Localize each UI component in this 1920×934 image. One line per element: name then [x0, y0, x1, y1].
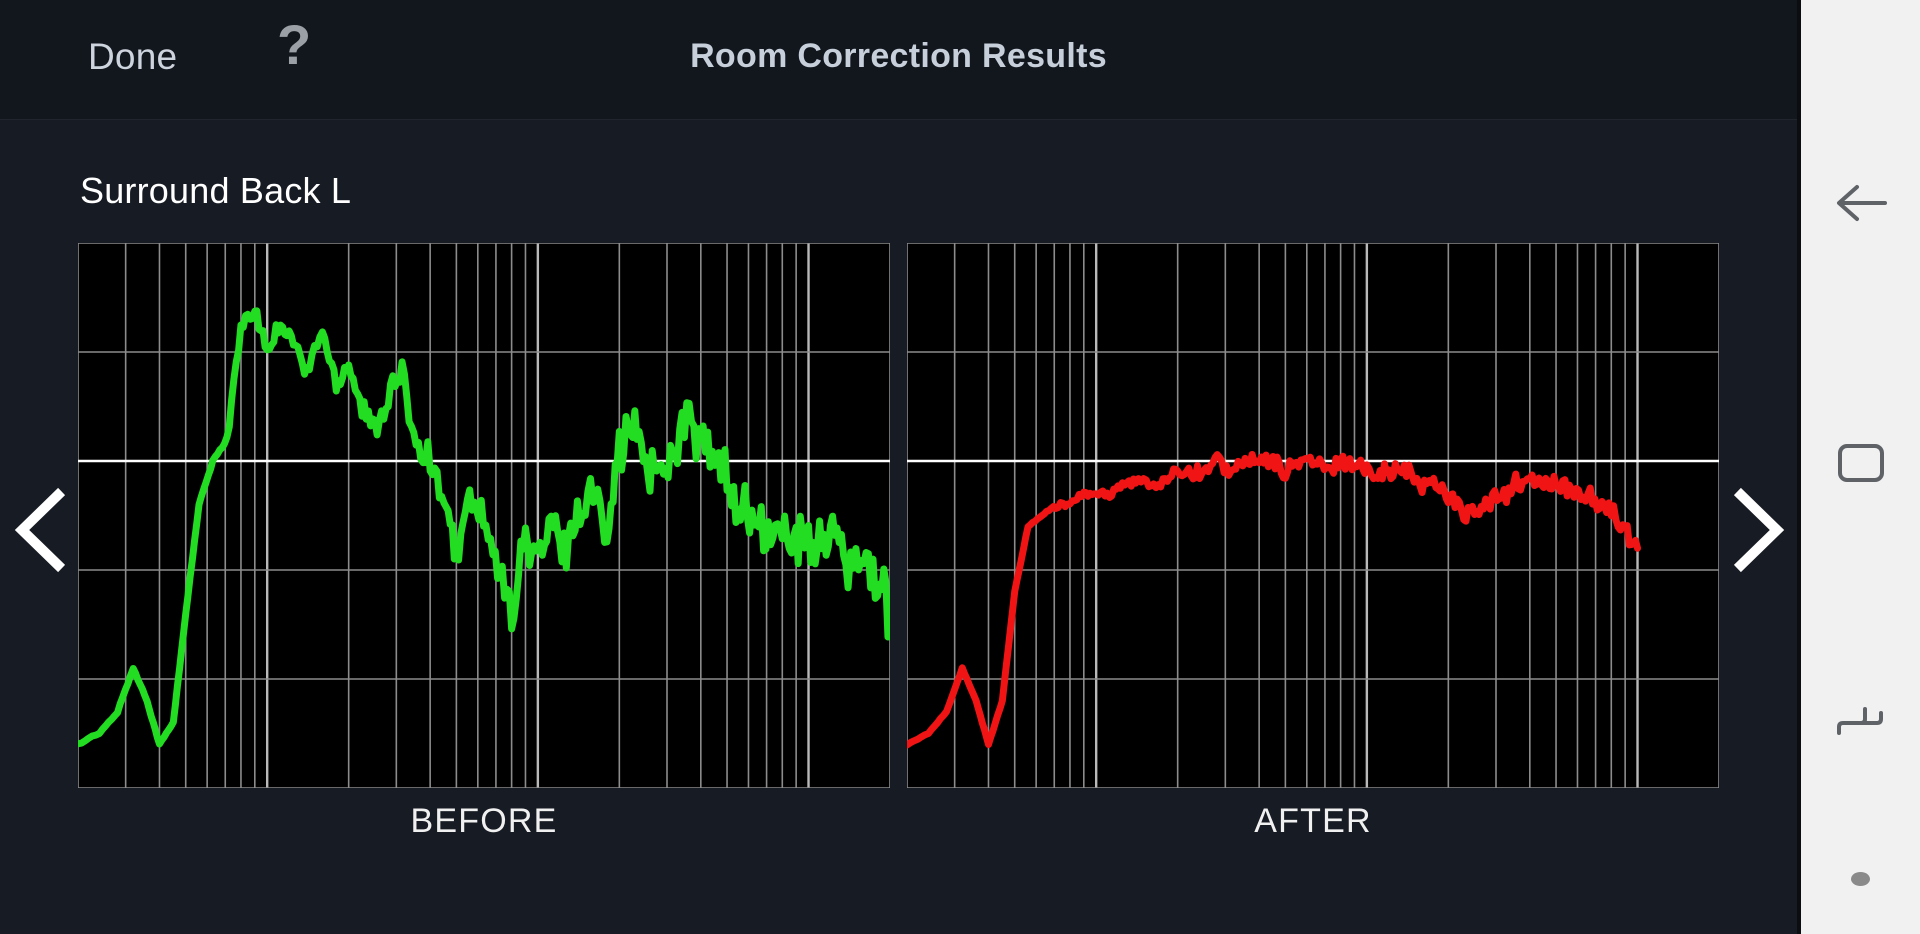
- chevron-right-icon[interactable]: [1725, 487, 1789, 573]
- system-navigation-rail: [1797, 0, 1920, 934]
- app-content: Done ? Room Correction Results Surround …: [0, 0, 1797, 934]
- channel-label: Surround Back L: [80, 170, 352, 211]
- dot-icon: [1830, 848, 1892, 910]
- page-title: Room Correction Results: [690, 37, 1107, 75]
- before-chart-block: BEFORE: [78, 243, 890, 841]
- chevron-left-icon[interactable]: [10, 487, 74, 573]
- top-bar: Done ? Room Correction Results: [0, 0, 1797, 120]
- after-plot: [907, 243, 1719, 788]
- arrow-left-icon[interactable]: [1830, 172, 1892, 234]
- before-plot: [78, 243, 890, 788]
- charts-container: BEFORE AFTER: [0, 243, 1797, 840]
- after-chart-block: AFTER: [907, 243, 1719, 841]
- after-caption: AFTER: [1254, 802, 1372, 840]
- rounded-square-icon[interactable]: [1830, 432, 1892, 494]
- app-switch-icon[interactable]: [1830, 692, 1892, 754]
- before-caption: BEFORE: [410, 802, 558, 840]
